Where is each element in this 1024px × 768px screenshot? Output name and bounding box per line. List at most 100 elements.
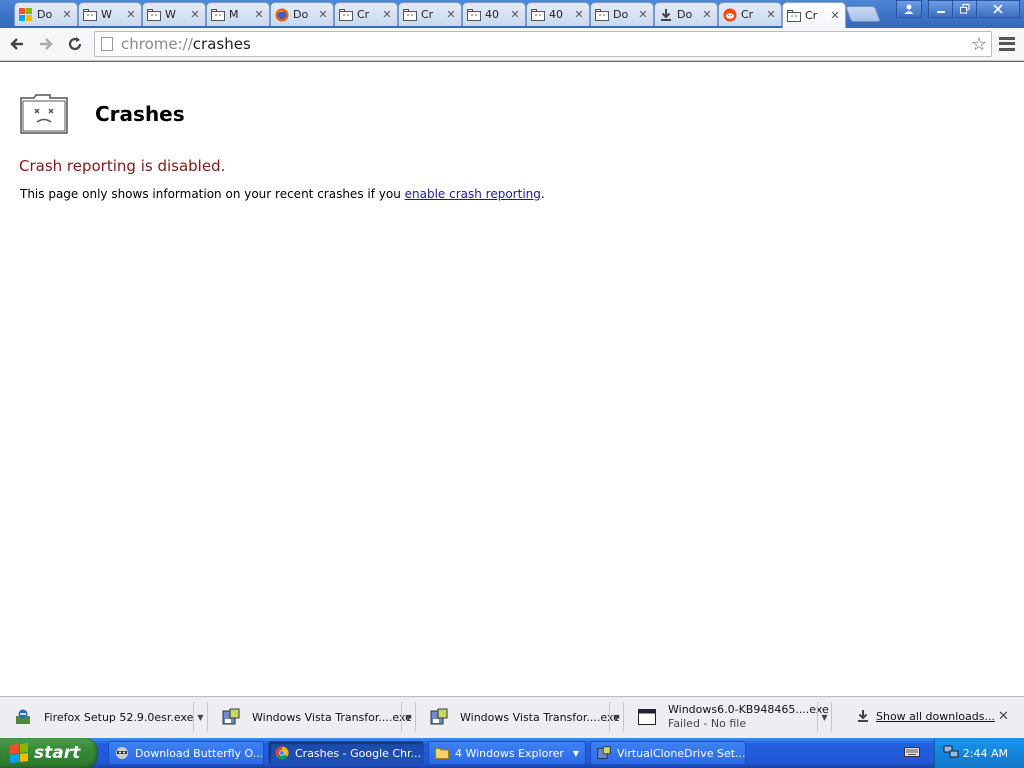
bookmark-star-icon[interactable]: ☆ (971, 34, 987, 55)
download-filename: Windows Vista Transfor....exe (252, 710, 412, 724)
download-options-chevron-icon[interactable]: ▼ (193, 702, 207, 732)
tab-title: Do (293, 8, 309, 21)
download-item-failed[interactable]: Windows6.0-KB948465....exe Failed - No f… (628, 702, 832, 732)
close-window-button[interactable] (976, 0, 1020, 18)
tab-close-icon[interactable]: ✕ (509, 8, 521, 21)
profile-button[interactable] (896, 0, 922, 18)
close-shelf-icon[interactable]: ✕ (998, 709, 1009, 724)
taskbar: start Download Butterfly O... Crashes - … (0, 738, 1024, 768)
group-chevron-icon: ▼ (572, 748, 579, 758)
show-all-label: Show all downloads... (876, 709, 995, 723)
address-bar[interactable]: chrome://crashes ☆ (94, 31, 992, 57)
new-tab-button[interactable] (845, 6, 881, 22)
download-item[interactable]: Firefox Setup 52.9.0esr.exe ▼ (4, 702, 208, 732)
taskbar-button[interactable]: Download Butterfly O... (108, 741, 264, 765)
download-options-chevron-icon[interactable]: ▼ (609, 702, 623, 732)
minimize-button[interactable] (928, 0, 954, 18)
tab-title: 40 (549, 8, 563, 21)
sad-folder-icon (787, 9, 801, 23)
download-item[interactable]: Windows Vista Transfor....exe ▼ (212, 702, 416, 732)
sad-folder-icon (83, 8, 97, 22)
tab-close-icon[interactable]: ✕ (253, 8, 265, 21)
forward-button[interactable] (34, 32, 58, 56)
tab-6[interactable]: Cr ✕ (334, 2, 398, 26)
tab-1[interactable]: Do ✕ (14, 2, 78, 26)
restore-button[interactable] (952, 0, 978, 18)
tab-7[interactable]: Cr ✕ (398, 2, 462, 26)
windows-logo-icon (19, 7, 33, 22)
page-title: Crashes (95, 102, 185, 126)
tab-title: Do (613, 8, 629, 21)
tab-close-icon[interactable]: ✕ (829, 9, 841, 22)
download-filename: Windows Vista Transfor....exe (460, 710, 620, 724)
tab-10[interactable]: Do ✕ (590, 2, 654, 26)
tab-title: M (229, 8, 239, 21)
sad-folder-icon (339, 8, 353, 22)
firefox-icon (275, 8, 289, 22)
close-icon (993, 4, 1003, 14)
reload-button[interactable] (63, 32, 87, 56)
tab-close-icon[interactable]: ✕ (381, 8, 393, 21)
reddit-icon (723, 8, 737, 22)
url-text: chrome://crashes (121, 35, 251, 53)
chrome-menu-button[interactable] (997, 34, 1017, 54)
tab-close-icon[interactable]: ✕ (445, 8, 457, 21)
tab-close-icon[interactable]: ✕ (637, 8, 649, 21)
task-label: VirtualCloneDrive Set... (617, 746, 746, 760)
taskbar-button-active[interactable]: Crashes - Google Chr... (268, 741, 424, 765)
start-button[interactable]: start (0, 738, 98, 768)
enable-crash-reporting-link[interactable]: enable crash reporting (405, 187, 541, 201)
setup-icon (597, 746, 611, 760)
tab-5[interactable]: Do ✕ (270, 2, 334, 26)
tab-close-icon[interactable]: ✕ (189, 8, 201, 21)
tab-close-icon[interactable]: ✕ (573, 8, 585, 21)
chrome-icon (275, 746, 289, 760)
tab-11[interactable]: Do ✕ (654, 2, 718, 26)
system-tray: 2:44 AM (934, 738, 1024, 768)
tab-close-icon[interactable]: ✕ (765, 8, 777, 21)
tab-3[interactable]: W ✕ (142, 2, 206, 26)
download-filename: Windows6.0-KB948465....exe (668, 703, 829, 716)
tab-title: Do (37, 8, 53, 21)
url-scheme: chrome:// (121, 35, 193, 53)
taskbar-group-button[interactable]: 4 Windows Explorer ▼ (428, 741, 586, 765)
tab-close-icon[interactable]: ✕ (125, 8, 137, 21)
tab-12[interactable]: Cr ✕ (718, 2, 782, 26)
tab-close-icon[interactable]: ✕ (317, 8, 329, 21)
sad-folder-icon (467, 8, 481, 22)
tab-2[interactable]: W ✕ (78, 2, 142, 26)
download-icon (858, 710, 868, 722)
tab-9[interactable]: 40 ✕ (526, 2, 590, 26)
sad-folder-icon (211, 8, 225, 22)
keyboard-icon[interactable] (904, 746, 920, 761)
tab-title: W (165, 8, 176, 21)
menu-line (999, 42, 1015, 46)
download-text: Windows6.0-KB948465....exe Failed - No f… (668, 703, 829, 731)
sad-folder-icon (20, 94, 68, 134)
network-icon[interactable] (943, 745, 959, 762)
back-arrow-icon (10, 38, 23, 50)
tab-4[interactable]: M ✕ (206, 2, 270, 26)
download-item[interactable]: Windows Vista Transfor....exe ▼ (420, 702, 624, 732)
download-options-chevron-icon[interactable]: ▼ (817, 702, 831, 732)
url-path: crashes (192, 35, 251, 53)
tab-8[interactable]: 40 ✕ (462, 2, 526, 26)
tab-close-icon[interactable]: ✕ (701, 8, 713, 21)
task-label: Crashes - Google Chr... (295, 746, 422, 760)
setup-icon (430, 708, 448, 726)
info-paragraph: This page only shows information on your… (20, 187, 545, 201)
download-options-chevron-icon[interactable]: ▼ (401, 702, 415, 732)
download-icon (659, 8, 673, 22)
setup-icon (222, 708, 240, 726)
download-status: Failed - No file (668, 717, 747, 730)
tab-close-icon[interactable]: ✕ (61, 8, 73, 21)
info-prefix: This page only shows information on your… (20, 187, 405, 201)
back-button[interactable] (5, 32, 29, 56)
sad-folder-icon (531, 8, 545, 22)
forward-arrow-icon (40, 38, 53, 50)
show-all-downloads-link[interactable]: Show all downloads... (856, 709, 995, 723)
tab-13-active[interactable]: Cr ✕ (782, 2, 846, 28)
download-filename: Firefox Setup 52.9.0esr.exe (44, 710, 194, 724)
download-shelf: Firefox Setup 52.9.0esr.exe ▼ Windows Vi… (0, 696, 1024, 738)
taskbar-button[interactable]: VirtualCloneDrive Set... (590, 741, 746, 765)
